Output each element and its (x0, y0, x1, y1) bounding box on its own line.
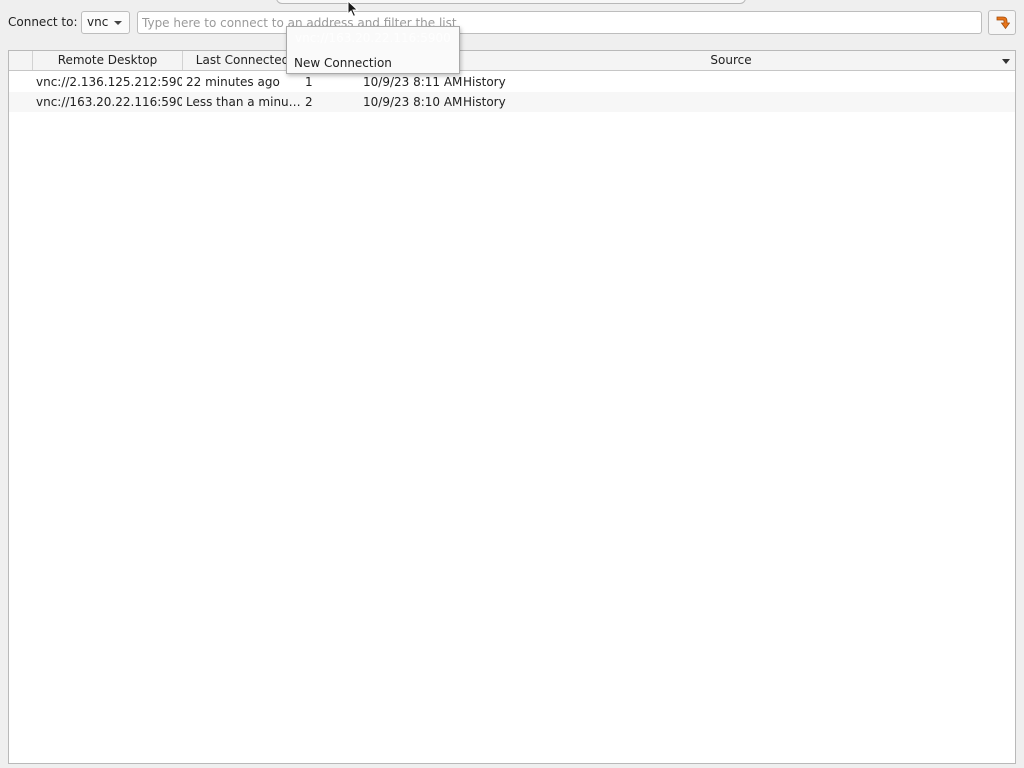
chevron-down-icon[interactable] (1002, 59, 1010, 64)
new-connection-menu-item[interactable]: New Connection (287, 53, 459, 73)
chevron-down-icon (114, 21, 122, 25)
cell-source: History (463, 75, 506, 89)
context-menu: vnc://163.20.22.116:5900 New Connection (286, 26, 460, 74)
protocol-dropdown[interactable]: vnc (81, 11, 130, 34)
header-remote-desktop[interactable]: Remote Desktop (33, 51, 183, 70)
connect-label: Connect to: (8, 15, 78, 29)
table-row[interactable]: vnc://2.136.125.212:5904 22 minutes ago … (9, 72, 1015, 92)
connect-toolbar: Connect to: vnc (0, 10, 1024, 36)
cell-datetime: 10/9/23 8:11 AM (363, 75, 463, 89)
context-menu-item-recent[interactable]: vnc://163.20.22.116:5900 (295, 31, 451, 45)
cell-count: 2 (305, 95, 313, 109)
header-last-connected[interactable]: Last Connected (183, 51, 303, 70)
cell-remote-desktop: vnc://2.136.125.212:5904 (36, 75, 182, 89)
connect-button[interactable] (988, 10, 1016, 35)
list-header: Remote Desktop Last Connected Source (9, 51, 1015, 71)
header-source[interactable]: Source (463, 51, 999, 70)
cell-remote-desktop: vnc://163.20.22.116:5900 (36, 95, 182, 109)
mouse-pointer-icon (347, 0, 359, 18)
connect-arrow-icon (996, 16, 1010, 29)
table-row[interactable]: vnc://163.20.22.116:5900 Less than a min… (9, 92, 1015, 112)
cell-count: 1 (305, 75, 313, 89)
header-col-blank (9, 51, 33, 70)
connection-list[interactable]: Remote Desktop Last Connected Source vnc… (8, 50, 1016, 764)
address-input[interactable] (137, 11, 982, 34)
cell-last-connected: 22 minutes ago (186, 75, 280, 89)
protocol-value: vnc (87, 15, 109, 29)
cell-datetime: 10/9/23 8:10 AM (363, 95, 463, 109)
cell-source: History (463, 95, 506, 109)
cell-last-connected: Less than a minu… (186, 95, 300, 109)
